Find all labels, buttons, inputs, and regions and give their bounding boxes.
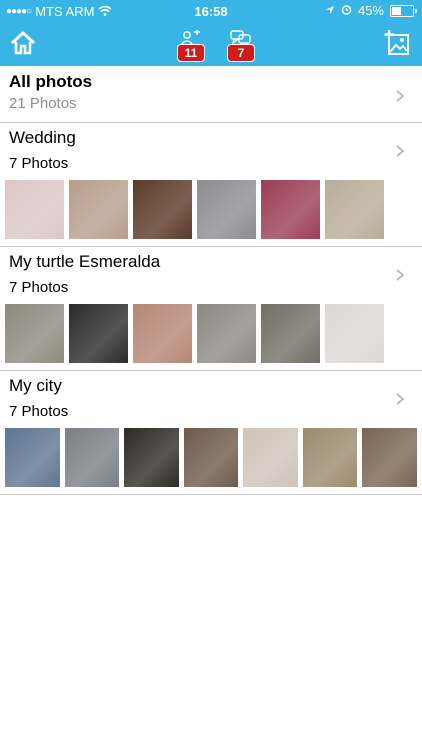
photo-thumbnail[interactable] — [133, 180, 192, 239]
photo-thumbnail[interactable] — [5, 304, 64, 363]
photo-thumbnail[interactable] — [183, 428, 239, 487]
photo-thumbnail[interactable] — [124, 428, 179, 487]
battery-fill — [392, 6, 401, 15]
chevron-right-icon — [396, 90, 405, 102]
album-title: My turtle Esmeralda — [9, 252, 161, 271]
album-all-photos[interactable]: All photos 21 Photos — [0, 66, 422, 123]
album-count: 7 Photos — [9, 279, 69, 296]
photo-thumbnail[interactable] — [69, 180, 128, 239]
photo-thumbnail[interactable] — [69, 304, 128, 363]
album-count: 7 Photos — [9, 155, 69, 172]
status-bar: ●●●●○ MTS ARM 16:58 45% — [0, 0, 422, 22]
photo-thumbnail[interactable] — [362, 428, 417, 487]
photo-thumbnail[interactable] — [325, 180, 384, 239]
thumbnail-strip — [5, 180, 384, 239]
album-count: 7 Photos — [9, 403, 69, 420]
photo-thumbnail[interactable] — [197, 180, 256, 239]
friends-requests-button[interactable]: 11 — [177, 30, 205, 62]
photo-thumbnail[interactable] — [5, 428, 60, 487]
thumbnail-strip — [5, 304, 384, 363]
add-photo-button[interactable] — [384, 30, 410, 56]
album-my-turtle-esmeralda[interactable]: My turtle Esmeralda 7 Photos — [0, 247, 422, 371]
home-icon — [10, 31, 36, 55]
add-photo-icon — [384, 30, 409, 55]
photo-thumbnail[interactable] — [133, 304, 192, 363]
battery-icon — [390, 4, 417, 17]
chevron-right-icon — [396, 269, 405, 281]
album-title: Wedding — [9, 128, 76, 147]
top-bar: ●●●●○ MTS ARM 16:58 45% 11 7 — [0, 0, 422, 66]
alarm-icon — [341, 3, 352, 18]
messages-button[interactable]: 7 — [227, 30, 255, 62]
photo-thumbnail[interactable] — [261, 304, 320, 363]
nav-bar: 11 7 — [0, 22, 422, 66]
photo-thumbnail[interactable] — [197, 304, 256, 363]
album-count: 21 Photos — [9, 95, 77, 112]
photo-thumbnail[interactable] — [5, 180, 64, 239]
album-my-city[interactable]: My city 7 Photos — [0, 371, 422, 495]
photo-thumbnail[interactable] — [261, 180, 320, 239]
album-wedding[interactable]: Wedding 7 Photos — [0, 123, 422, 247]
friends-badge: 11 — [177, 44, 205, 62]
photo-thumbnail[interactable] — [243, 428, 298, 487]
photo-thumbnail[interactable] — [302, 428, 358, 487]
chevron-right-icon — [396, 145, 405, 157]
messages-badge: 7 — [227, 44, 255, 62]
album-title: All photos — [9, 72, 93, 91]
chevron-right-icon — [396, 393, 405, 405]
thumbnail-strip — [5, 428, 417, 487]
photo-thumbnail[interactable] — [64, 428, 120, 487]
battery-percent: 45% — [357, 3, 384, 18]
album-title: My city — [9, 376, 62, 395]
home-button[interactable] — [10, 30, 36, 56]
photo-thumbnail[interactable] — [325, 304, 384, 363]
location-arrow-icon — [325, 3, 335, 18]
